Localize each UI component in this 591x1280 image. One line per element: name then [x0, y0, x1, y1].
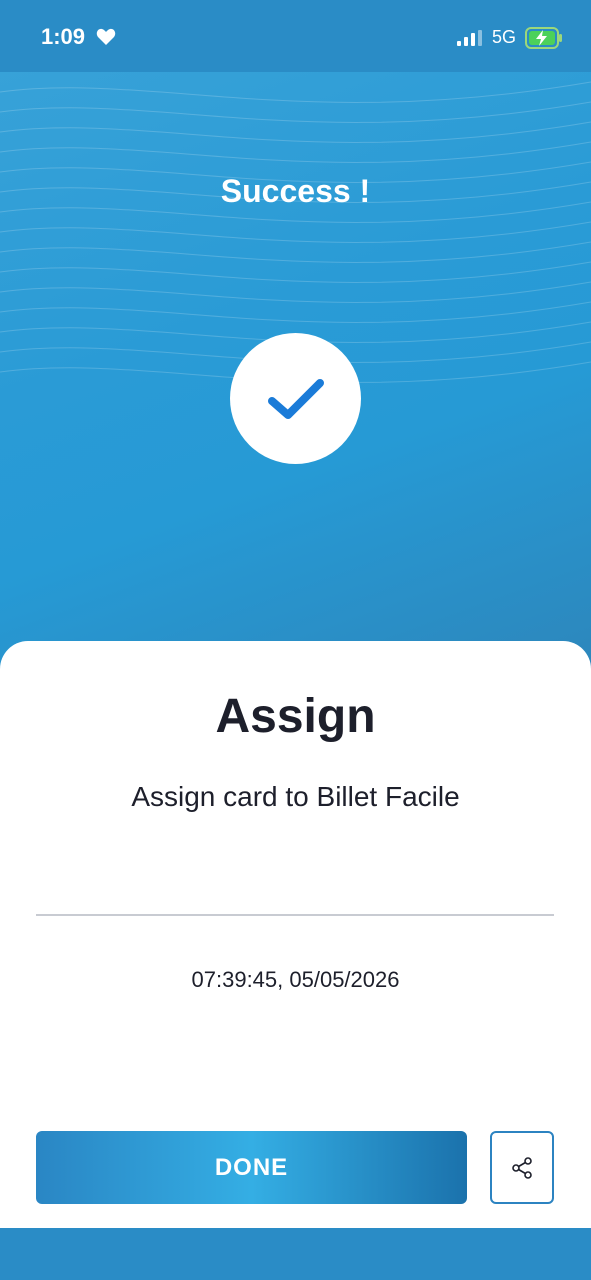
signal-icon: [457, 30, 482, 46]
share-button[interactable]: [490, 1131, 554, 1204]
heart-icon: [96, 28, 116, 45]
divider: [36, 914, 554, 916]
success-header: 1:09 5G Success !: [0, 0, 591, 680]
bottom-bar: [0, 1228, 591, 1280]
battery-charging-icon: [525, 27, 562, 49]
share-icon: [512, 1156, 532, 1179]
success-badge: [230, 333, 361, 464]
timestamp: 07:39:45, 05/05/2026: [191, 967, 400, 992]
network-type: 5G: [492, 27, 517, 47]
done-button[interactable]: DONE: [36, 1131, 467, 1204]
success-title: Success !: [220, 173, 371, 209]
status-time: 1:09: [41, 24, 86, 49]
checkmark-icon: [267, 378, 324, 419]
result-sheet: Assign Assign card to Billet Facile 07:3…: [0, 641, 591, 1228]
action-title: Assign: [215, 690, 376, 743]
action-description: Assign card to Billet Facile: [131, 781, 460, 812]
